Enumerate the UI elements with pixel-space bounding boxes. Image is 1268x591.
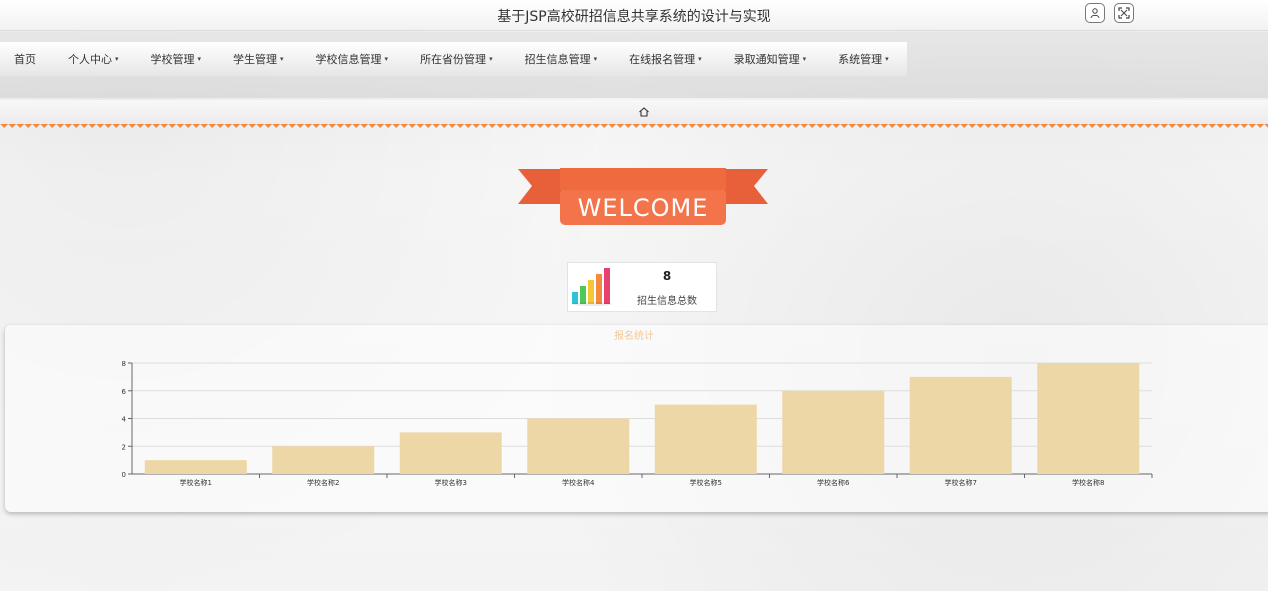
- y-tick-label: 8: [122, 360, 126, 368]
- app-title: 基于JSP高校研招信息共享系统的设计与实现: [497, 9, 771, 25]
- nav-item-label: 个人中心: [68, 53, 112, 66]
- x-tick-label: 学校名称4: [562, 478, 595, 487]
- chevron-down-icon: ▾: [280, 55, 284, 63]
- welcome-text: WELCOME: [578, 194, 709, 222]
- nav-item-label: 首页: [14, 53, 36, 66]
- x-tick-label: 学校名称7: [945, 478, 977, 487]
- bar[interactable]: [272, 446, 375, 474]
- nav-item-label: 在线报名管理: [629, 53, 696, 66]
- welcome-banner: WELCOME: [518, 168, 768, 225]
- nav-item-3[interactable]: 学生管理 ▾: [215, 42, 302, 76]
- stat-value: 8: [662, 269, 672, 283]
- chevron-down-icon: ▾: [384, 55, 389, 63]
- y-tick-label: 6: [122, 388, 127, 396]
- bar-chart-icon: [572, 268, 612, 306]
- nav-item-label: 学生管理: [233, 53, 278, 66]
- chevron-down-icon: ▾: [197, 55, 202, 63]
- nav-item-1[interactable]: 个人中心 ▾: [50, 42, 137, 76]
- chevron-down-icon: ▾: [115, 55, 119, 63]
- main-nav: 首页 个人中心 ▾ 学校管理 ▾ 学生管理 ▾ 学校信息管理 ▾ 所在省份管理 ▾ 招生信息管理 ▾ 在线…: [0, 42, 907, 76]
- bar[interactable]: [782, 390, 885, 474]
- bar[interactable]: [144, 460, 247, 474]
- y-tick-label: 0: [122, 471, 126, 479]
- bar[interactable]: [399, 432, 502, 474]
- x-tick-label: 学校名称8: [1072, 478, 1104, 487]
- nav-item-6[interactable]: 招生信息管理 ▾: [506, 42, 616, 76]
- nav-item-4[interactable]: 学校信息管理 ▾: [297, 42, 407, 76]
- nav-item-7[interactable]: 在线报名管理 ▾: [611, 42, 720, 76]
- stat-label: 招生信息总数: [637, 296, 697, 307]
- nav-item-8[interactable]: 录取通知管理 ▾: [715, 42, 825, 76]
- nav-item-label: 学校管理: [150, 53, 195, 66]
- nav-item-label: 系统管理: [838, 53, 883, 66]
- nav-item-label: 录取通知管理: [733, 53, 800, 66]
- zigzag-divider: [0, 124, 1268, 132]
- chevron-down-icon: ▾: [698, 55, 702, 63]
- bar[interactable]: [1037, 363, 1140, 474]
- nav-item-2[interactable]: 学校管理 ▾: [132, 42, 220, 76]
- chevron-down-icon: ▾: [802, 55, 807, 63]
- bar[interactable]: [909, 376, 1012, 474]
- chevron-down-icon: ▾: [885, 55, 889, 63]
- breadcrumb-bar: [0, 100, 1268, 125]
- y-tick-label: 4: [122, 416, 127, 424]
- bar[interactable]: [654, 404, 757, 474]
- y-tick-label: 2: [122, 443, 126, 451]
- nav-item-5[interactable]: 所在省份管理 ▾: [402, 42, 511, 76]
- nav-item-label: 学校信息管理: [315, 53, 382, 66]
- bar-chart: 0 2 4 6 8 学校名称1 学校名称2 学校名称3 学校名称4 学校名称5 学校名称6 学校名称7…: [122, 360, 1153, 487]
- chevron-down-icon: ▾: [489, 55, 493, 63]
- chevron-down-icon: ▾: [593, 55, 598, 63]
- nav-item-0[interactable]: 首页: [0, 42, 54, 76]
- fullscreen-icon[interactable]: [1114, 3, 1134, 23]
- x-tick-label: 学校名称6: [817, 478, 850, 487]
- nav-item-label: 所在省份管理: [420, 53, 487, 66]
- user-icon[interactable]: [1085, 3, 1105, 23]
- x-tick-label: 学校名称3: [435, 478, 467, 487]
- x-tick-label: 学校名称2: [307, 478, 339, 487]
- nav-item-label: 招生信息管理: [524, 53, 591, 66]
- title-bar: 基于JSP高校研招信息共享系统的设计与实现: [0, 0, 1268, 31]
- bar[interactable]: [527, 418, 630, 475]
- home-icon[interactable]: [638, 106, 650, 118]
- nav-item-9[interactable]: 系统管理 ▾: [820, 42, 907, 76]
- x-tick-label: 学校名称1: [180, 478, 212, 487]
- x-tick-label: 学校名称5: [690, 478, 722, 487]
